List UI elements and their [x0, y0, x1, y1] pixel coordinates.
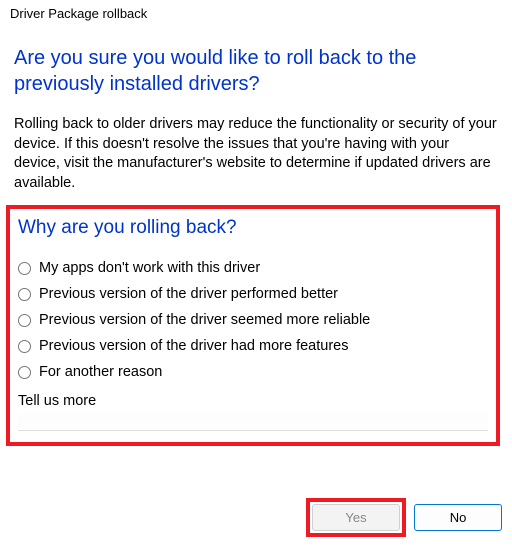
reason-radio[interactable] — [18, 288, 31, 301]
reason-label: For another reason — [39, 364, 162, 380]
confirm-heading: Are you sure you would like to roll back… — [14, 45, 498, 97]
reason-radio[interactable] — [18, 262, 31, 275]
reason-option[interactable]: Previous version of the driver had more … — [18, 333, 488, 359]
reason-label: Previous version of the driver had more … — [39, 338, 348, 354]
tell-more-input[interactable] — [18, 413, 488, 431]
reason-label: Previous version of the driver performed… — [39, 286, 338, 302]
reason-option[interactable]: Previous version of the driver performed… — [18, 281, 488, 307]
reason-label: Previous version of the driver seemed mo… — [39, 312, 370, 328]
reason-radio[interactable] — [18, 366, 31, 379]
warning-text: Rolling back to older drivers may reduce… — [14, 115, 498, 193]
reason-option[interactable]: My apps don't work with this driver — [18, 255, 488, 281]
reason-radio[interactable] — [18, 340, 31, 353]
yes-button[interactable]: Yes — [312, 504, 400, 531]
reason-radio-group: My apps don't work with this driver Prev… — [18, 255, 488, 385]
dialog-content: Are you sure you would like to roll back… — [0, 25, 512, 456]
reason-option[interactable]: Previous version of the driver seemed mo… — [18, 307, 488, 333]
survey-heading: Why are you rolling back? — [18, 217, 488, 239]
reason-option[interactable]: For another reason — [18, 359, 488, 385]
no-button[interactable]: No — [414, 504, 502, 531]
dialog-footer: Yes No — [306, 498, 502, 537]
reason-radio[interactable] — [18, 314, 31, 327]
reason-label: My apps don't work with this driver — [39, 260, 260, 276]
survey-highlight-box: Why are you rolling back? My apps don't … — [6, 205, 500, 446]
yes-button-highlight: Yes — [306, 498, 406, 537]
window-title: Driver Package rollback — [0, 0, 512, 25]
tell-more-label: Tell us more — [18, 393, 488, 409]
